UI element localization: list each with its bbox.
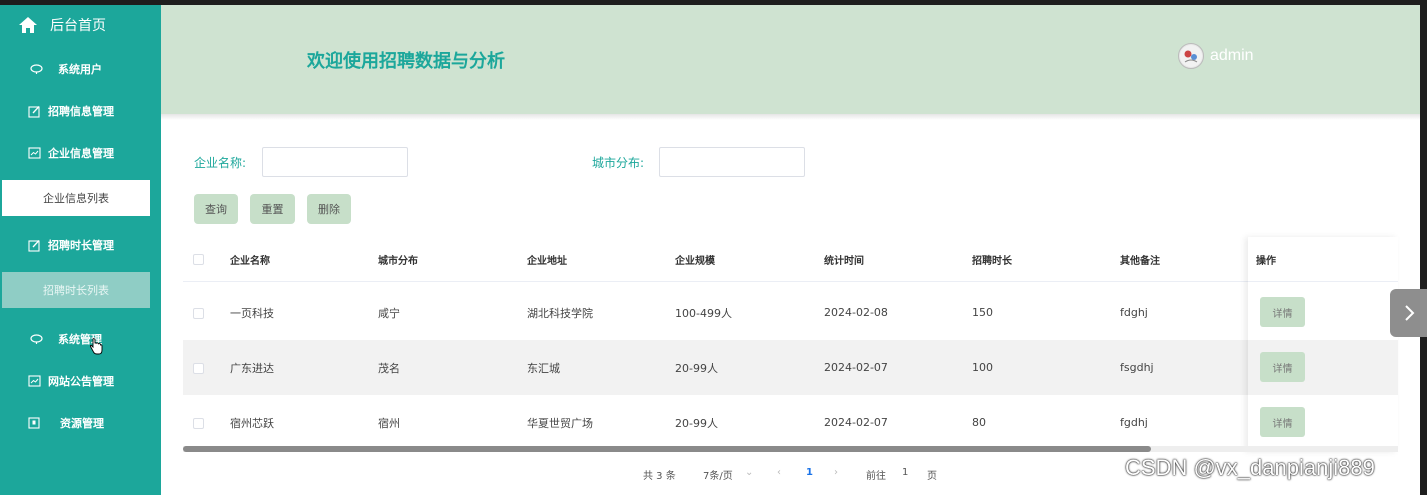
app-window: 后台首页 系统用户 招聘信息管理 企业信息管理 企业信息列表 招聘时长管理 招聘… [0,5,1427,495]
column-header[interactable]: 招聘时长 [972,237,1012,281]
watermark: CSDN @vx_danpianji889 [1125,455,1375,480]
column-header[interactable]: 企业名称 [230,237,270,281]
table-cell: 华夏世贸广场 [527,416,593,430]
column-header[interactable]: 企业规模 [675,237,715,281]
table-cell: fsgdhj [1120,361,1154,374]
table-cell: 茂名 [378,361,400,375]
chevron-down-icon[interactable]: ⌄ [745,467,753,478]
table-cell: 咸宁 [378,306,400,320]
sidebar-item-label: 招聘时长管理 [48,239,114,252]
table-row: 宿州芯跃 宿州 华夏世贸广场 20-99人 2024-02-07 80 fgdh… [183,395,1398,450]
table-cell: 20-99人 [675,416,718,430]
detail-button[interactable]: 详情 [1260,407,1305,437]
column-header[interactable]: 统计时间 [824,237,864,281]
current-page-number[interactable]: 1 [806,467,813,478]
resource-icon [27,416,41,430]
column-header[interactable]: 其他备注 [1120,237,1160,281]
edit-icon [27,104,41,118]
table-cell: 2024-02-07 [824,416,888,429]
sidebar-item-resources[interactable]: 资源管理 [0,402,161,444]
hand-cursor-icon [89,338,103,358]
table-cell: 2024-02-07 [824,361,888,374]
username[interactable]: admin [1210,47,1254,65]
select-all-checkbox[interactable] [193,254,204,265]
sidebar-item-label: 网站公告管理 [48,375,114,388]
table-cell: 湖北科技学院 [527,306,593,320]
next-page-icon[interactable]: › [834,467,838,478]
table-row: 一页科技 咸宁 湖北科技学院 100-499人 2024-02-08 150 f… [183,285,1398,340]
sidebar-item-announcements[interactable]: 网站公告管理 [0,360,161,402]
pagination-total: 共 3 条 [643,471,676,482]
table-cell: 宿州 [378,416,400,430]
sidebar-item-label: 资源管理 [60,417,104,430]
city-input[interactable] [659,147,805,177]
table-cell: 广东进达 [230,361,274,375]
balloon-icon [29,62,43,76]
sidebar-home[interactable]: 后台首页 [0,5,161,45]
sidebar-subitem-enterprise-list[interactable]: 企业信息列表 [2,180,150,216]
goto-label: 前往 [866,471,886,482]
page-unit-label: 页 [927,471,937,482]
next-arrow-button[interactable] [1390,289,1427,337]
home-icon [18,16,38,34]
chart-icon [27,146,41,160]
page-size-select[interactable]: 7条/页 [703,467,733,482]
table-cell: 100-499人 [675,306,732,320]
avatar[interactable] [1178,43,1204,69]
sidebar-item-system-users[interactable]: 系统用户 [0,48,161,90]
goto-page-input[interactable]: 1 [902,467,908,478]
sidebar-subitem-label: 招聘时长列表 [43,284,109,297]
table-cell: fgdhj [1120,416,1148,429]
balloon-icon [29,332,43,346]
column-header: 操作 [1256,255,1276,267]
detail-button[interactable]: 详情 [1260,297,1305,327]
table-cell: 150 [972,306,993,319]
table-cell: 东汇城 [527,361,560,375]
sidebar-item-duration[interactable]: 招聘时长管理 [0,224,161,266]
row-checkbox[interactable] [193,307,204,319]
horizontal-scrollbar-thumb[interactable] [183,446,1151,452]
table-cell: fdghj [1120,306,1148,319]
sidebar-item-label: 企业信息管理 [48,147,114,160]
table-cell: 宿州芯跃 [230,416,274,430]
column-header[interactable]: 城市分布 [378,237,418,281]
table-header-row: 企业名称 城市分布 企业地址 企业规模 统计时间 招聘时长 其他备注 操作 [183,237,1398,282]
sidebar-item-label: 系统用户 [58,63,102,76]
city-label: 城市分布: [592,156,645,170]
query-button[interactable]: 查询 [194,194,238,224]
row-checkbox[interactable] [193,417,204,429]
delete-button[interactable]: 删除 [307,194,351,224]
table-row: 广东进达 茂名 东汇城 20-99人 2024-02-07 100 fsgdhj… [183,340,1398,395]
prev-page-icon[interactable]: ‹ [777,467,781,478]
sidebar-subitem-label: 企业信息列表 [43,192,109,205]
header-shadow [161,114,1420,120]
sidebar-item-label: 招聘信息管理 [48,105,114,118]
sidebar-subitem-duration-list[interactable]: 招聘时长列表 [2,272,150,308]
company-name-input[interactable] [262,147,408,177]
table-cell: 100 [972,361,993,374]
column-header[interactable]: 企业地址 [527,237,567,281]
table-cell: 2024-02-08 [824,306,888,319]
table-cell: 80 [972,416,986,429]
sidebar-item-recruitment[interactable]: 招聘信息管理 [0,90,161,132]
sidebar-item-enterprise[interactable]: 企业信息管理 [0,132,161,174]
company-name-label: 企业名称: [194,156,247,170]
row-checkbox[interactable] [193,362,204,374]
chart-icon [27,374,41,388]
header: 欢迎使用招聘数据与分析 admin [161,5,1420,114]
reset-button[interactable]: 重置 [250,194,295,224]
sidebar: 后台首页 系统用户 招聘信息管理 企业信息管理 企业信息列表 招聘时长管理 招聘… [0,5,161,495]
page-title: 欢迎使用招聘数据与分析 [307,51,505,72]
edit-icon [27,238,41,252]
sidebar-home-label: 后台首页 [50,18,106,34]
table-cell: 20-99人 [675,361,718,375]
sidebar-item-system-management[interactable]: 系统管理 [0,318,161,360]
detail-button[interactable]: 详情 [1260,352,1305,382]
chevron-right-icon [1404,305,1414,321]
table-cell: 一页科技 [230,306,274,320]
